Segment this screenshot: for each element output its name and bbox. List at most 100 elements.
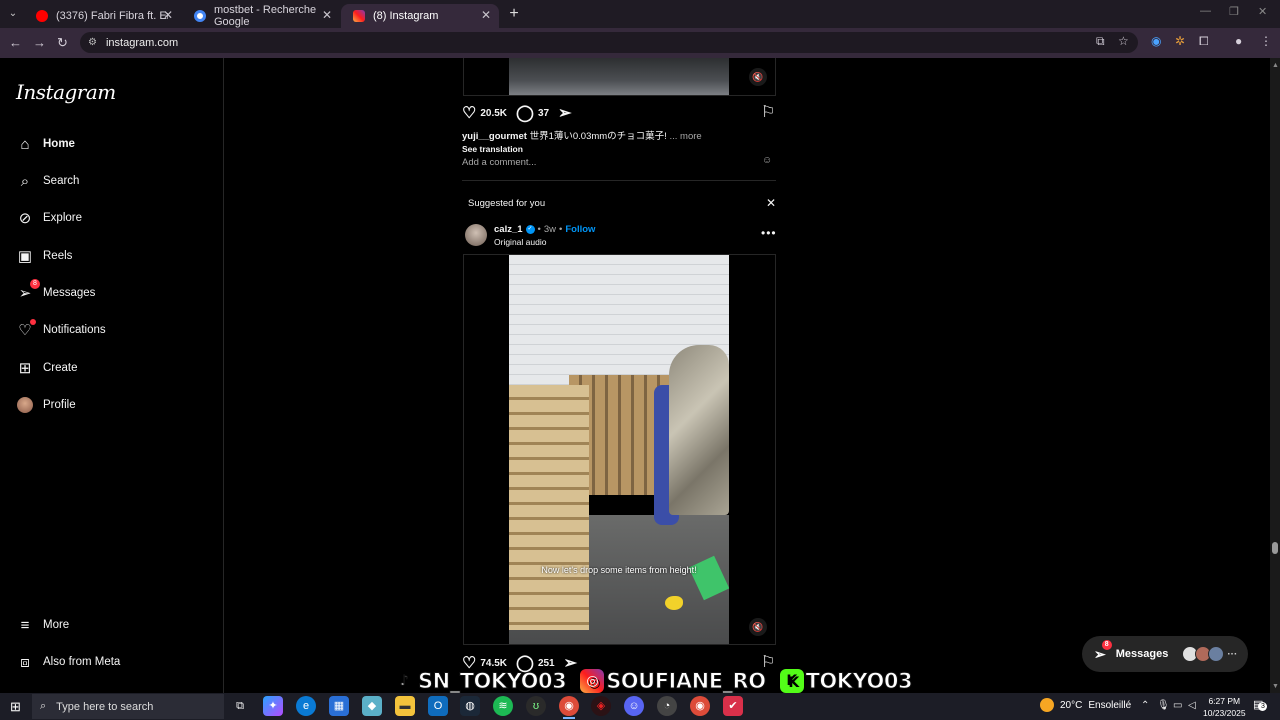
sidebar-item-explore[interactable]: ⊘ Explore bbox=[16, 209, 82, 227]
discord-icon[interactable]: ☺ bbox=[624, 696, 644, 716]
forward-button[interactable]: → bbox=[33, 35, 46, 50]
caption-username[interactable]: yuji__gourmet bbox=[462, 131, 527, 142]
spotify-icon[interactable]: ≋ bbox=[493, 696, 513, 716]
post-username[interactable]: calz_1 bbox=[494, 224, 523, 235]
reels-icon: ▣ bbox=[17, 248, 33, 265]
sidebar-item-search[interactable]: ⌕ Search bbox=[16, 172, 80, 190]
extension-shazam-icon[interactable]: ◉ bbox=[1151, 34, 1161, 48]
emoji-icon[interactable]: ☺ bbox=[762, 155, 772, 166]
tab-google[interactable]: mostbet - Recherche Google ✕ bbox=[182, 4, 340, 28]
suggested-heading: Suggested for you bbox=[468, 198, 546, 209]
share-icon[interactable]: ➢ bbox=[558, 103, 571, 123]
audio-link[interactable]: Original audio bbox=[494, 237, 546, 247]
task-view-icon[interactable]: ⧉ bbox=[230, 696, 250, 716]
new-tab-button[interactable]: + bbox=[505, 5, 523, 23]
network-icon[interactable]: ▭ bbox=[1173, 700, 1182, 711]
sidebar-item-label: More bbox=[43, 619, 70, 631]
messenger-icon: ➢ 8 bbox=[16, 279, 40, 302]
tab-instagram[interactable]: (8) Instagram ✕ bbox=[341, 4, 499, 28]
scroll-up-arrow-icon[interactable]: ▲ bbox=[1272, 62, 1279, 69]
post-author-line: calz_1 ✓ • 3w • Follow bbox=[494, 224, 595, 235]
minimize-button[interactable]: — bbox=[1200, 5, 1211, 17]
steam-icon[interactable]: ◍ bbox=[460, 696, 480, 716]
microphone-icon[interactable]: 🎙 bbox=[1157, 700, 1170, 711]
close-tab-icon[interactable]: ✕ bbox=[322, 8, 332, 22]
close-window-button[interactable]: ✕ bbox=[1258, 5, 1267, 18]
outlook-icon[interactable]: O bbox=[428, 696, 448, 716]
profile-avatar-icon[interactable]: ● bbox=[1235, 34, 1242, 48]
extensions-puzzle-icon[interactable]: ⧠ bbox=[1199, 34, 1209, 49]
weather-widget[interactable]: 20°C Ensoleillé bbox=[1040, 698, 1131, 712]
caption-more-link[interactable]: ... more bbox=[669, 131, 701, 142]
app-icon[interactable]: ◆ bbox=[362, 696, 382, 716]
like-count: 20.5K bbox=[480, 107, 508, 119]
sidebar-item-also-from-meta[interactable]: ⧈ Also from Meta bbox=[16, 653, 120, 671]
reload-button[interactable]: ↻ bbox=[57, 35, 68, 51]
taskbar-search-box[interactable]: ⌕ Type here to search bbox=[32, 694, 224, 719]
tray-chevron-icon[interactable]: ⌃ bbox=[1141, 700, 1149, 711]
post-video[interactable] bbox=[509, 58, 729, 95]
tab-youtube[interactable]: (3376) Fabri Fibra ft. Emma, Bal ✕ bbox=[24, 4, 181, 28]
compass-icon: ⊘ bbox=[18, 210, 32, 227]
scrollbar-thumb[interactable] bbox=[1272, 542, 1278, 554]
notification-center-icon[interactable]: ▤3 bbox=[1253, 698, 1268, 711]
post-age[interactable]: 3w bbox=[544, 224, 556, 235]
mute-icon[interactable]: 🔇 bbox=[749, 618, 767, 636]
follow-button[interactable]: Follow bbox=[565, 224, 595, 235]
like-heart-icon[interactable]: ♡ bbox=[462, 103, 476, 123]
messages-badge: 8 bbox=[1101, 639, 1112, 650]
site-info-icon[interactable]: ⚙ bbox=[88, 37, 97, 48]
maximize-button[interactable]: ❐ bbox=[1229, 5, 1239, 18]
app-icon[interactable]: ✔ bbox=[723, 696, 743, 716]
sidebar-item-label: Reels bbox=[43, 250, 73, 262]
mute-icon[interactable]: 🔇 bbox=[749, 68, 767, 86]
obs-icon[interactable]: ◔ bbox=[657, 696, 677, 716]
page-scrollbar[interactable] bbox=[1270, 58, 1280, 693]
post-video[interactable] bbox=[509, 255, 729, 644]
sidebar-item-home[interactable]: ⌂ Home bbox=[16, 135, 74, 153]
clock-time: 6:27 PM bbox=[1208, 696, 1241, 706]
comment-icon[interactable]: ◯ bbox=[516, 103, 534, 123]
video-subtitle: Now let's drop some items from height! bbox=[541, 565, 697, 575]
edge-icon[interactable]: e bbox=[296, 696, 316, 716]
search-icon: ⌕ bbox=[20, 172, 30, 190]
back-button[interactable]: ← bbox=[9, 35, 22, 50]
address-bar[interactable]: ⚙ instagram.com bbox=[80, 32, 1138, 53]
more-options-icon[interactable]: ••• bbox=[761, 226, 777, 240]
avatar[interactable] bbox=[465, 224, 487, 246]
install-app-icon[interactable]: ⧉ bbox=[1096, 34, 1105, 49]
sidebar-item-reels[interactable]: ▣ Reels bbox=[16, 247, 73, 265]
app-icon[interactable]: ◈ bbox=[591, 696, 611, 716]
see-translation-link[interactable]: See translation bbox=[462, 144, 523, 154]
close-tab-icon[interactable]: ✕ bbox=[163, 8, 173, 22]
close-tab-icon[interactable]: ✕ bbox=[481, 8, 491, 22]
sidebar-item-create[interactable]: ⊞ Create bbox=[16, 359, 78, 377]
store-icon[interactable]: ▦ bbox=[329, 696, 349, 716]
volume-icon[interactable]: ◁ bbox=[1188, 700, 1196, 711]
taskbar-clock[interactable]: 6:27 PM 10/23/2025 bbox=[1203, 695, 1246, 719]
sidebar-item-more[interactable]: ≡ More bbox=[16, 616, 70, 634]
save-bookmark-icon[interactable]: ⚐ bbox=[761, 102, 775, 122]
sidebar-item-profile[interactable]: Profile bbox=[16, 396, 76, 414]
extension-icon[interactable]: ✲ bbox=[1175, 34, 1185, 48]
close-icon[interactable]: ✕ bbox=[766, 196, 776, 210]
chrome-menu-icon[interactable]: ⋮ bbox=[1260, 34, 1272, 48]
bookmark-star-icon[interactable]: ☆ bbox=[1118, 34, 1129, 48]
plus-square-icon: ⊞ bbox=[18, 360, 32, 377]
instagram-logo-icon: ◎ bbox=[580, 669, 605, 693]
kick-logo-icon: K bbox=[779, 669, 804, 693]
tab-title: (3376) Fabri Fibra ft. Emma, Bal bbox=[56, 10, 168, 22]
scroll-down-arrow-icon[interactable]: ▼ bbox=[1272, 683, 1279, 690]
instagram-logo[interactable]: Instagram bbox=[16, 80, 116, 104]
tab-search-chevron-icon[interactable]: ⌄ bbox=[4, 5, 22, 23]
windows-start-icon[interactable]: ⊞ bbox=[10, 699, 21, 715]
messages-pill[interactable]: ➢ 8 Messages ··· bbox=[1082, 636, 1248, 672]
file-explorer-icon[interactable]: ▬ bbox=[395, 696, 415, 716]
sidebar-item-notifications[interactable]: ♡ Notifications bbox=[16, 319, 106, 339]
chrome-icon[interactable]: ◉ bbox=[559, 696, 579, 719]
copilot-icon[interactable]: ✦ bbox=[263, 696, 283, 716]
add-comment-input[interactable]: Add a comment... bbox=[462, 157, 536, 168]
chrome-icon[interactable]: ◉ bbox=[690, 696, 710, 716]
sidebar-item-messages[interactable]: ➢ 8 Messages bbox=[16, 279, 95, 302]
app-icon[interactable]: ʊ bbox=[526, 696, 546, 716]
